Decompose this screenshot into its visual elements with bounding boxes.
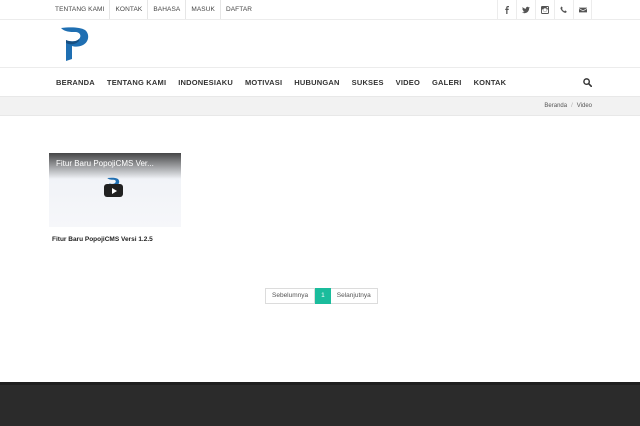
popojicms-logo-icon	[61, 27, 89, 61]
video-card[interactable]: Fitur Baru PopojiCMS Ver... Fitur Baru P…	[49, 153, 181, 243]
footer	[0, 382, 640, 426]
search-icon[interactable]	[583, 78, 592, 87]
nav-item-beranda[interactable]: BERANDA	[50, 78, 101, 87]
site-logo[interactable]	[58, 26, 90, 62]
pagination-page-current[interactable]: 1	[315, 288, 331, 304]
thumbnail-title: Fitur Baru PopojiCMS Ver...	[56, 159, 154, 168]
top-link-masuk[interactable]: MASUK	[185, 0, 220, 19]
instagram-icon[interactable]	[535, 0, 554, 19]
breadcrumb-current: Video	[576, 103, 592, 109]
top-bar: TENTANG KAMI KONTAK BAHASA MASUK DAFTAR	[0, 0, 640, 20]
mail-icon[interactable]	[573, 0, 592, 19]
top-link-bahasa[interactable]: BAHASA	[147, 0, 185, 19]
social-links	[497, 0, 592, 19]
pagination-next[interactable]: Selanjutnya	[330, 288, 378, 304]
breadcrumb: Beranda / Video	[544, 97, 592, 115]
nav-item-galeri[interactable]: GALERI	[426, 78, 468, 87]
nav-item-video[interactable]: VIDEO	[390, 78, 426, 87]
nav-item-motivasi[interactable]: MOTIVASI	[239, 78, 288, 87]
pagination-prev[interactable]: Sebelumnya	[265, 288, 316, 304]
pagination: Sebelumnya 1 Selanjutnya	[265, 288, 378, 304]
nav-item-indonesiaku[interactable]: INDONESIAKU	[172, 78, 239, 87]
main-nav: BERANDA TENTANG KAMI INDONESIAKU MOTIVAS…	[0, 67, 640, 96]
facebook-icon[interactable]	[497, 0, 516, 19]
breadcrumb-home[interactable]: Beranda	[544, 97, 567, 115]
play-icon[interactable]	[104, 184, 123, 197]
top-link-daftar[interactable]: DAFTAR	[219, 0, 257, 19]
phone-icon[interactable]	[554, 0, 573, 19]
top-nav: TENTANG KAMI KONTAK BAHASA MASUK DAFTAR	[50, 0, 257, 19]
breadcrumb-bar: Beranda / Video	[0, 96, 640, 116]
top-link-tentang-kami[interactable]: TENTANG KAMI	[50, 0, 109, 19]
twitter-icon[interactable]	[516, 0, 535, 19]
breadcrumb-separator: /	[571, 103, 573, 109]
top-link-kontak[interactable]: KONTAK	[109, 0, 147, 19]
video-title[interactable]: Fitur Baru PopojiCMS Versi 1.2.5	[49, 236, 181, 243]
nav-item-hubungan[interactable]: HUBUNGAN	[288, 78, 345, 87]
nav-item-kontak[interactable]: KONTAK	[468, 78, 513, 87]
nav-item-sukses[interactable]: SUKSES	[346, 78, 390, 87]
nav-item-tentang-kami[interactable]: TENTANG KAMI	[101, 78, 172, 87]
video-thumbnail[interactable]: Fitur Baru PopojiCMS Ver...	[49, 153, 181, 227]
